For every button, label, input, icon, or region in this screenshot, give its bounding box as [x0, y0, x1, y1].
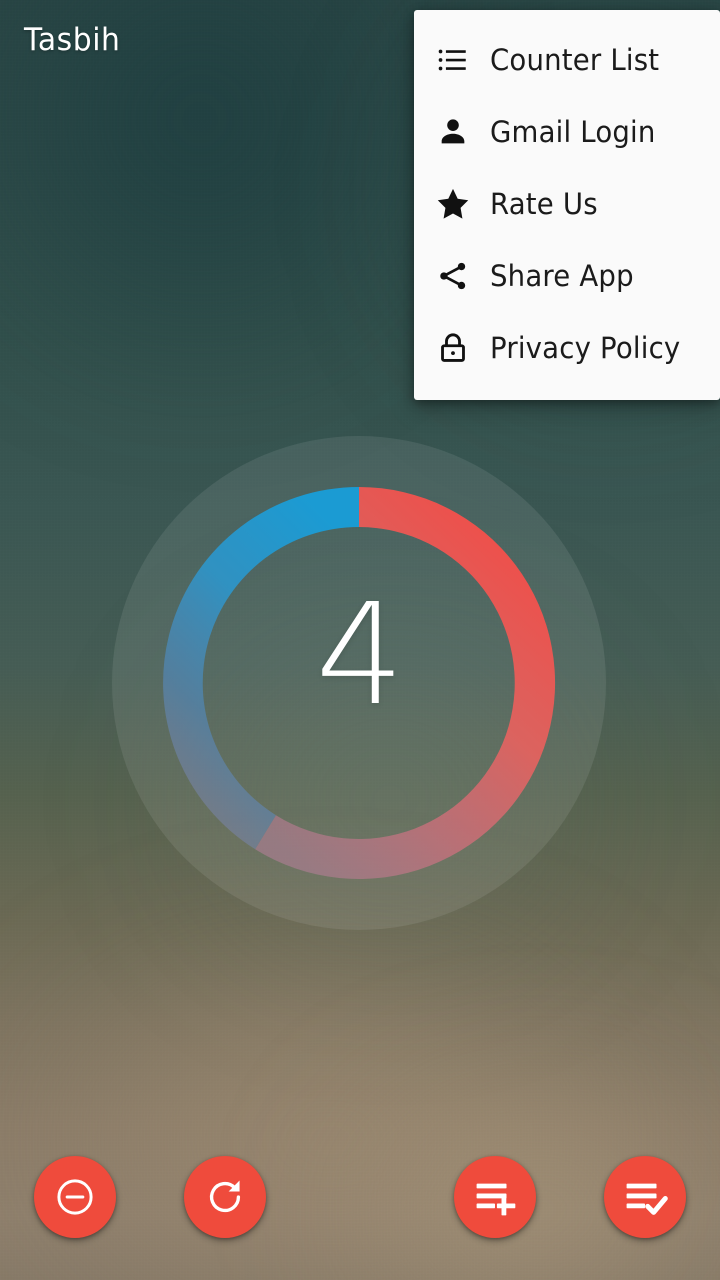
playlist-check-icon	[622, 1174, 668, 1220]
menu-item-share-app[interactable]: Share App	[414, 240, 720, 312]
menu-item-counter-list[interactable]: Counter List	[414, 24, 720, 96]
menu-item-label: Gmail Login	[490, 115, 656, 149]
menu-item-rate-us[interactable]: Rate Us	[414, 168, 720, 240]
share-icon	[430, 253, 476, 299]
star-icon	[430, 181, 476, 227]
playlist-add-icon	[472, 1174, 518, 1220]
counter-value: 4	[315, 574, 404, 737]
refresh-icon	[202, 1174, 248, 1220]
lock-icon	[430, 325, 476, 371]
menu-item-label: Privacy Policy	[490, 331, 681, 365]
app-screen: Tasbih 4 Counter List Gmail Login Rate U…	[0, 0, 720, 1280]
menu-item-label: Rate Us	[490, 187, 598, 221]
app-title: Tasbih	[24, 22, 121, 58]
menu-item-label: Counter List	[490, 43, 660, 77]
action-button-bar	[0, 1156, 720, 1240]
decrement-button[interactable]	[34, 1156, 116, 1238]
menu-item-privacy-policy[interactable]: Privacy Policy	[414, 312, 720, 384]
reset-button[interactable]	[184, 1156, 266, 1238]
person-icon	[430, 109, 476, 155]
menu-item-label: Share App	[490, 259, 634, 293]
menu-item-gmail-login[interactable]: Gmail Login	[414, 96, 720, 168]
save-counter-button[interactable]	[604, 1156, 686, 1238]
overflow-menu[interactable]: Counter List Gmail Login Rate Us Share A…	[414, 10, 720, 400]
add-counter-button[interactable]	[454, 1156, 536, 1238]
minus-circle-icon	[52, 1174, 98, 1220]
list-icon	[430, 37, 476, 83]
